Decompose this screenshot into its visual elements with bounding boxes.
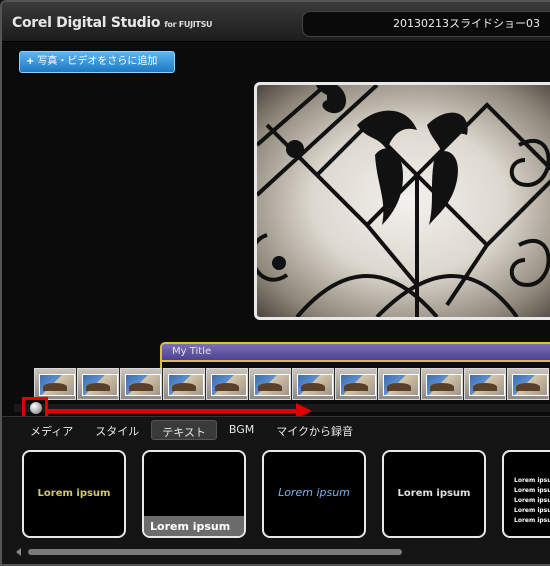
- project-name: 20130213スライドショー03: [393, 17, 540, 30]
- asset-panel: メディア スタイル テキスト BGM マイクから録音 Lorem ipsum L…: [2, 416, 550, 564]
- tab-text[interactable]: テキスト: [151, 420, 217, 440]
- timeline-thumbnail[interactable]: [249, 368, 291, 400]
- text-template-card[interactable]: Lorem ipsum Lorem ipsum Lorem ipsum Lore…: [502, 450, 550, 538]
- add-media-label: 写真・ビデオをさらに追加: [37, 56, 158, 67]
- template-sample-text: Lorem ipsum: [37, 488, 111, 499]
- brand-sub: for FUJITSU: [164, 20, 213, 29]
- text-template-card[interactable]: Lorem ipsum: [142, 450, 246, 538]
- template-sample-text: Lorem ipsum: [397, 488, 471, 499]
- template-line: Lorem ipsum: [514, 517, 550, 524]
- preview-viewer: [254, 82, 550, 320]
- timeline-thumbnail[interactable]: [292, 368, 334, 400]
- timeline-thumbnail[interactable]: [163, 368, 205, 400]
- template-sample-text: Lorem ipsum: [150, 520, 231, 533]
- timeline-thumbnail[interactable]: [34, 368, 76, 400]
- template-scrollbar[interactable]: [16, 548, 550, 556]
- timeline-thumbnail[interactable]: [120, 368, 162, 400]
- template-sample-text: Lorem ipsum: [278, 486, 350, 499]
- brand-name: Corel Digital Studio: [12, 15, 161, 31]
- timeline-thumbnail[interactable]: [421, 368, 463, 400]
- asset-tabs: メディア スタイル テキスト BGM マイクから録音: [20, 420, 365, 440]
- title-bar: Corel Digital Studio for FUJITSU 20130213…: [2, 2, 550, 42]
- text-template-list: Lorem ipsum Lorem ipsum Lorem ipsum Lore…: [22, 450, 550, 538]
- tab-style[interactable]: スタイル: [85, 420, 149, 440]
- timeline-thumbnail[interactable]: [464, 368, 506, 400]
- text-template-card[interactable]: Lorem ipsum: [262, 450, 366, 538]
- tab-mic-record[interactable]: マイクから録音: [266, 420, 363, 440]
- media-strip: [34, 368, 550, 400]
- text-template-card[interactable]: Lorem ipsum: [382, 450, 486, 538]
- timeline-thumbnail[interactable]: [378, 368, 420, 400]
- timeline-thumbnail[interactable]: [206, 368, 248, 400]
- wrought-iron-image: [257, 85, 550, 317]
- template-line: Lorem ipsum: [514, 497, 550, 504]
- app-brand: Corel Digital Studio for FUJITSU: [12, 15, 213, 31]
- text-template-card[interactable]: Lorem ipsum: [22, 450, 126, 538]
- app-window: Corel Digital Studio for FUJITSU 20130213…: [0, 0, 550, 566]
- scrollbar-thumb[interactable]: [28, 549, 402, 555]
- plus-icon: +: [26, 56, 35, 67]
- template-sample-lines: Lorem ipsum Lorem ipsum Lorem ipsum Lore…: [514, 476, 550, 526]
- timeline-thumbnail[interactable]: [77, 368, 119, 400]
- template-line: Lorem ipsum: [514, 477, 550, 484]
- title-track[interactable]: My Title: [160, 342, 550, 362]
- timeline-thumbnail[interactable]: [507, 368, 549, 400]
- tab-media[interactable]: メディア: [20, 420, 83, 440]
- project-name-field[interactable]: 20130213スライドショー03: [302, 11, 550, 37]
- tab-bgm[interactable]: BGM: [219, 420, 264, 440]
- title-track-label: My Title: [172, 346, 212, 357]
- add-media-button[interactable]: + 写真・ビデオをさらに追加: [19, 51, 175, 73]
- drag-arrow-annotation: [48, 409, 298, 413]
- template-line: Lorem ipsum: [514, 487, 550, 494]
- scroll-left-icon[interactable]: [16, 548, 21, 556]
- timeline-thumbnail[interactable]: [335, 368, 377, 400]
- template-line: Lorem ipsum: [514, 507, 550, 514]
